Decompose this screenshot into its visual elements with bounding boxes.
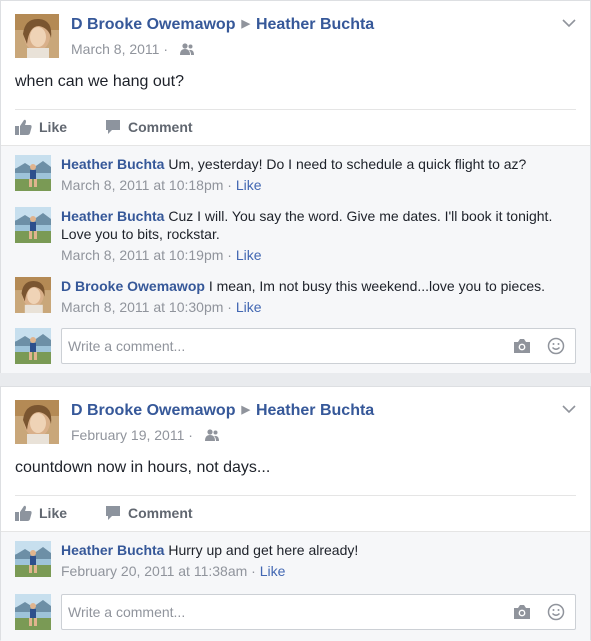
- meta-separator: ·: [223, 299, 236, 315]
- commenter-avatar[interactable]: [15, 277, 51, 313]
- current-user-avatar: [15, 328, 51, 364]
- comment-label: Comment: [128, 505, 193, 521]
- author-avatar-image: [15, 400, 59, 444]
- post-meta: February 19, 2011 ·: [71, 427, 219, 444]
- camera-icon[interactable]: [513, 604, 531, 625]
- post-divider: [15, 109, 576, 110]
- comment-bubble-icon: [106, 120, 120, 134]
- commenter-avatar[interactable]: [15, 155, 51, 191]
- post-meta: March 8, 2011 ·: [71, 41, 194, 58]
- author-avatar-image: [15, 14, 59, 58]
- comment-body: Heather Buchta Um, yesterday! Do I need …: [61, 155, 576, 194]
- comment-item: Heather Buchta Cuz I will. You say the w…: [15, 207, 576, 271]
- comment-button[interactable]: Comment: [105, 119, 193, 135]
- thumbs-up-icon: [15, 119, 32, 135]
- comment-like-link[interactable]: Like: [236, 247, 262, 263]
- comment-input-placeholder: Write a comment...: [68, 338, 186, 354]
- post-names: D Brooke Owemawop ▶ Heather Buchta: [71, 16, 374, 34]
- write-comment-row: Write a comment...: [15, 594, 576, 630]
- right-arrow-icon: ▶: [241, 18, 250, 30]
- author-link[interactable]: D Brooke Owemawop: [71, 16, 235, 33]
- comment-text: Um, yesterday! Do I need to schedule a q…: [168, 156, 527, 172]
- commenter-name[interactable]: D Brooke Owemawop: [61, 278, 205, 294]
- comment-time[interactable]: March 8, 2011 at 10:19pm: [61, 247, 223, 263]
- comment-time[interactable]: March 8, 2011 at 10:30pm: [61, 299, 223, 315]
- comment-body: Heather Buchta Cuz I will. You say the w…: [61, 207, 576, 264]
- comment-item: D Brooke Owemawop I mean, Im not busy th…: [15, 277, 576, 321]
- commenter-name[interactable]: Heather Buchta: [61, 156, 164, 172]
- write-comment-row: Write a comment...: [15, 328, 576, 364]
- emoji-smile-icon[interactable]: [547, 337, 565, 360]
- meta-separator: ·: [223, 247, 236, 263]
- author-link[interactable]: D Brooke Owemawop: [71, 402, 235, 419]
- meta-separator: ·: [184, 427, 197, 443]
- comment-like-link[interactable]: Like: [260, 563, 286, 579]
- comment-like-link[interactable]: Like: [236, 299, 262, 315]
- meta-separator: ·: [223, 177, 236, 193]
- current-user-avatar: [15, 594, 51, 630]
- feed-post: D Brooke Owemawop ▶ Heather Buchta Februar…: [0, 386, 591, 641]
- comment-body: Heather Buchta Hurry up and get here alr…: [61, 541, 576, 580]
- post-divider: [15, 495, 576, 496]
- recipient-link[interactable]: Heather Buchta: [256, 402, 374, 419]
- feed-post: D Brooke Owemawop ▶ Heather Buchta March 8…: [0, 0, 591, 373]
- comment-label: Comment: [128, 119, 193, 135]
- camera-icon[interactable]: [513, 338, 531, 359]
- friends-audience-icon[interactable]: [204, 428, 219, 444]
- commenter-name[interactable]: Heather Buchta: [61, 208, 164, 224]
- comment-meta: March 8, 2011 at 10:30pm · Like: [61, 298, 576, 316]
- recipient-link[interactable]: Heather Buchta: [256, 16, 374, 33]
- comment-input-placeholder: Write a comment...: [68, 604, 186, 620]
- comment-meta: February 20, 2011 at 11:38am · Like: [61, 562, 576, 580]
- chevron-down-icon[interactable]: [562, 15, 576, 28]
- meta-separator: ·: [247, 563, 260, 579]
- thumbs-up-icon: [15, 505, 32, 521]
- like-label: Like: [39, 119, 68, 135]
- meta-separator: ·: [159, 41, 172, 57]
- comment-meta: March 8, 2011 at 10:19pm · Like: [61, 246, 576, 264]
- comments-section: Heather Buchta Hurry up and get here alr…: [1, 531, 590, 641]
- post-text: countdown now in hours, not days...: [15, 459, 271, 476]
- post-date[interactable]: February 19, 2011: [71, 427, 184, 443]
- comment-meta: March 8, 2011 at 10:18pm · Like: [61, 176, 576, 194]
- commenter-avatar[interactable]: [15, 541, 51, 577]
- friends-audience-icon[interactable]: [179, 42, 194, 58]
- like-label: Like: [39, 505, 68, 521]
- comment-button[interactable]: Comment: [105, 505, 193, 521]
- comment-time[interactable]: March 8, 2011 at 10:18pm: [61, 177, 223, 193]
- comment-item: Heather Buchta Um, yesterday! Do I need …: [15, 155, 576, 199]
- comment-item: Heather Buchta Hurry up and get here alr…: [15, 541, 576, 585]
- comment-text: I mean, Im not busy this weekend...love …: [208, 278, 545, 294]
- right-arrow-icon: ▶: [241, 404, 250, 416]
- author-avatar[interactable]: [15, 400, 59, 444]
- chevron-down-icon[interactable]: [562, 401, 576, 414]
- comment-bubble-icon: [106, 506, 120, 520]
- post-text: when can we hang out?: [15, 73, 185, 90]
- comment-like-link[interactable]: Like: [236, 177, 262, 193]
- author-avatar[interactable]: [15, 14, 59, 58]
- comments-section: Heather Buchta Um, yesterday! Do I need …: [1, 145, 590, 373]
- like-button[interactable]: Like: [15, 505, 67, 521]
- comment-input[interactable]: Write a comment...: [61, 328, 576, 364]
- post-date[interactable]: March 8, 2011: [71, 41, 159, 57]
- commenter-avatar[interactable]: [15, 207, 51, 243]
- comment-body: D Brooke Owemawop I mean, Im not busy th…: [61, 277, 576, 316]
- comment-input[interactable]: Write a comment...: [61, 594, 576, 630]
- comment-time[interactable]: February 20, 2011 at 11:38am: [61, 563, 247, 579]
- comment-text: Hurry up and get here already!: [168, 542, 359, 558]
- like-button[interactable]: Like: [15, 119, 67, 135]
- commenter-name[interactable]: Heather Buchta: [61, 542, 164, 558]
- emoji-smile-icon[interactable]: [547, 603, 565, 626]
- post-names: D Brooke Owemawop ▶ Heather Buchta: [71, 402, 374, 420]
